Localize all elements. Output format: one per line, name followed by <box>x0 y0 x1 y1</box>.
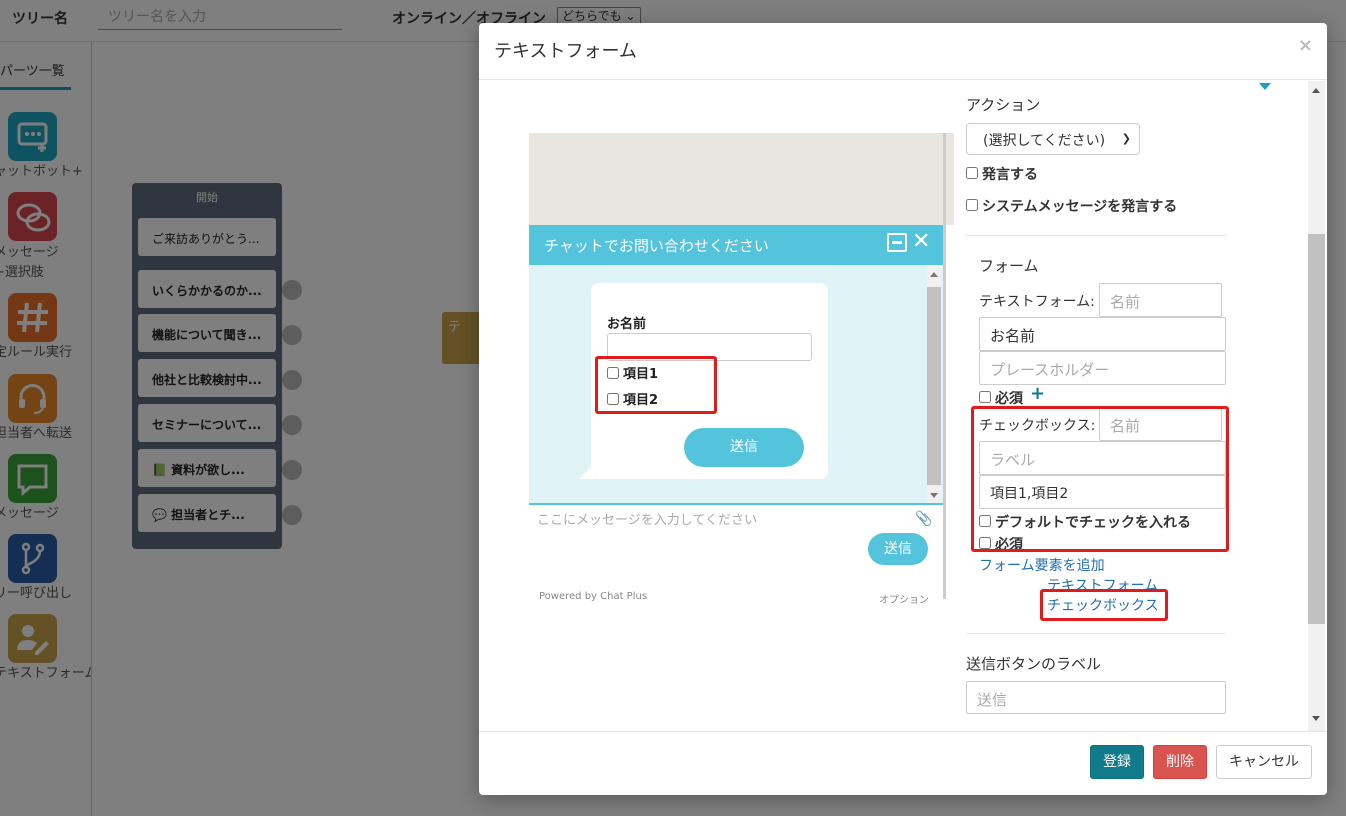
action-select[interactable]: (選択してください) ❯ <box>966 123 1140 155</box>
text-form-value-input[interactable]: お名前 <box>979 317 1226 351</box>
chat-header-title: チャットでお問い合わせください <box>544 237 769 255</box>
required-label: 必須 <box>995 391 1023 407</box>
bubble-tail <box>579 463 595 479</box>
add-form-element-link[interactable]: フォーム要素を追加 <box>979 555 1105 575</box>
close-icon[interactable]: ✕ <box>912 229 930 254</box>
modal-body: チャットでお問い合わせください ✕ お名前 項目1 項目2 送信 ここにメッセー… <box>479 81 1327 731</box>
send-button-label-title: 送信ボタンのラベル <box>966 655 1102 673</box>
divider <box>966 235 1226 236</box>
form-send-button[interactable]: 送信 <box>684 428 804 467</box>
checkbox[interactable] <box>966 167 978 179</box>
scroll-thumb[interactable] <box>1308 234 1325 624</box>
system-speak-checkbox[interactable]: システムメッセージを発言する <box>966 196 1177 216</box>
chat-widget: チャットでお問い合わせください ✕ お名前 項目1 項目2 送信 ここにメッセー… <box>529 167 945 606</box>
close-icon[interactable]: × <box>1298 35 1313 56</box>
speak-label: 発言する <box>982 167 1038 183</box>
chat-divider <box>529 503 945 505</box>
send-button-label-input[interactable]: 送信 <box>966 681 1226 714</box>
modal-header: テキストフォーム × <box>479 23 1327 80</box>
chat-header: チャットでお問い合わせください ✕ <box>529 225 945 265</box>
scroll-up-icon[interactable] <box>930 272 938 277</box>
form-section-label: フォーム <box>979 257 1039 275</box>
action-label: アクション <box>966 96 1041 114</box>
text-form-name-input[interactable]: 名前 <box>1099 283 1222 317</box>
add-icon[interactable]: + <box>1030 383 1045 404</box>
highlight-checkbox-settings <box>971 406 1229 552</box>
speak-checkbox[interactable]: 発言する <box>966 164 1038 184</box>
minimize-icon[interactable] <box>887 233 907 252</box>
scroll-down-icon[interactable] <box>930 493 938 498</box>
highlight-add-checkbox <box>1040 589 1168 621</box>
checkbox[interactable] <box>966 199 978 211</box>
scroll-thumb[interactable] <box>927 287 941 485</box>
chevron-down-icon: ❯ <box>1121 132 1131 145</box>
text-form-label: テキストフォーム: <box>979 294 1095 310</box>
chat-scrollbar[interactable] <box>927 265 941 503</box>
required-checkbox[interactable]: 必須 <box>979 388 1023 408</box>
register-button[interactable]: 登録 <box>1090 745 1144 779</box>
scroll-up-icon[interactable] <box>1312 88 1320 93</box>
scroll-down-icon[interactable] <box>1312 716 1320 721</box>
chat-body: お名前 項目1 項目2 送信 <box>529 265 945 503</box>
modal-scrollbar[interactable] <box>1308 81 1325 731</box>
checkbox[interactable] <box>979 391 991 403</box>
highlight-preview-checkboxes <box>595 356 717 414</box>
text-form-placeholder-input[interactable]: プレースホルダー <box>979 351 1226 385</box>
preview-border <box>943 133 946 599</box>
option-link[interactable]: オプション <box>879 591 929 606</box>
form-field-label: お名前 <box>607 317 647 332</box>
modal-title: テキストフォーム <box>494 41 637 62</box>
chat-message-input[interactable]: ここにメッセージを入力してください <box>537 509 757 528</box>
divider <box>966 633 1226 634</box>
paperclip-icon[interactable]: 📎 <box>915 511 932 527</box>
text-form-modal: テキストフォーム × チャットでお問い合わせください ✕ お名前 項目1 項目2… <box>479 23 1327 795</box>
delete-button[interactable]: 削除 <box>1153 745 1207 779</box>
caret-down-icon[interactable] <box>1259 83 1271 90</box>
powered-by: Powered by Chat Plus <box>539 591 648 602</box>
chat-send-button[interactable]: 送信 <box>868 533 928 565</box>
system-speak-label: システムメッセージを発言する <box>982 199 1178 215</box>
cancel-button[interactable]: キャンセル <box>1216 745 1312 779</box>
action-select-value: (選択してください) <box>983 133 1106 149</box>
